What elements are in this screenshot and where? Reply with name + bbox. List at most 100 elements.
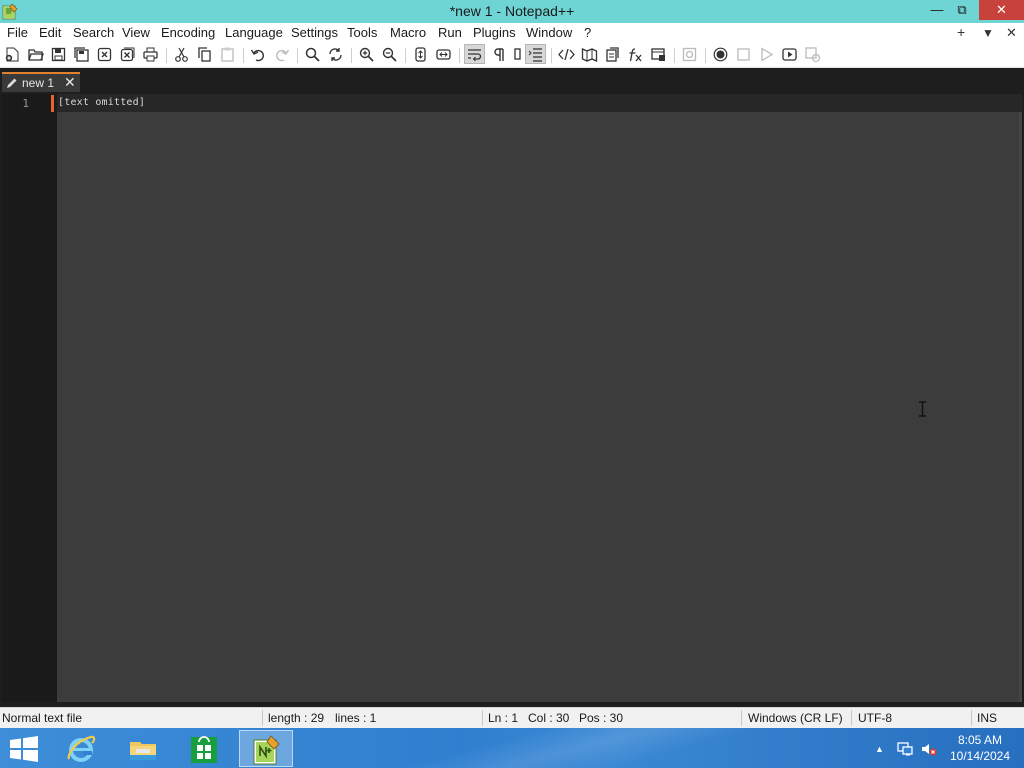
menu-settings[interactable]: Settings — [291, 25, 338, 40]
playback-macro-icon[interactable] — [758, 46, 775, 63]
copy-icon[interactable] — [196, 46, 213, 63]
zoom-in-icon[interactable] — [358, 46, 375, 63]
line-number: 1 — [22, 97, 29, 110]
toolbar-separator — [551, 48, 552, 63]
save-all-icon[interactable] — [73, 46, 90, 63]
word-wrap-icon[interactable] — [464, 44, 485, 64]
sync-horizontal-icon[interactable] — [435, 46, 452, 63]
status-separator — [971, 710, 972, 726]
new-file-icon[interactable] — [4, 46, 21, 63]
taskbar-store[interactable] — [177, 730, 231, 767]
find-icon[interactable] — [304, 46, 321, 63]
close-window-button[interactable]: ✕ — [979, 0, 1024, 20]
sync-vertical-icon[interactable] — [412, 46, 429, 63]
monitoring-icon[interactable] — [681, 46, 698, 63]
stop-record-icon[interactable] — [735, 46, 752, 63]
toolbar-separator — [705, 48, 706, 63]
title-bar: *new 1 - Notepad++ — ⧉ ✕ — [0, 0, 1024, 23]
tab-new-1[interactable]: new 1 ✕ — [2, 72, 80, 92]
insert-mode-status[interactable]: INS — [977, 711, 997, 725]
print-icon[interactable] — [142, 46, 159, 63]
menu-view[interactable]: View — [122, 25, 150, 40]
document-list-icon[interactable] — [604, 46, 621, 63]
eol-status[interactable]: Windows (CR LF) — [748, 711, 843, 725]
tab-label: new 1 — [22, 76, 55, 90]
taskbar-internet-explorer[interactable] — [54, 730, 108, 767]
undo-icon[interactable] — [250, 46, 267, 63]
close-all-icon[interactable] — [119, 46, 136, 63]
toolbar-separator — [459, 48, 460, 63]
record-macro-icon[interactable] — [712, 46, 729, 63]
toolbar-separator — [243, 48, 244, 63]
menu-macro[interactable]: Macro — [390, 25, 426, 40]
menu-plugins[interactable]: Plugins — [473, 25, 516, 40]
paste-icon[interactable] — [219, 46, 236, 63]
function-list-icon[interactable] — [525, 44, 546, 64]
menu-file[interactable]: File — [7, 25, 28, 40]
lines-status: lines : 1 — [335, 711, 377, 725]
vertical-scrollbar[interactable] — [1019, 112, 1022, 702]
open-file-icon[interactable] — [27, 46, 44, 63]
tray-overflow-icon[interactable]: ▲ — [875, 744, 891, 760]
tab-bar: new 1 ✕ — [0, 68, 1024, 94]
menu-encoding[interactable]: Encoding — [161, 25, 215, 40]
column-status: Col : 30 — [528, 711, 570, 725]
function-fx-icon[interactable] — [627, 46, 644, 63]
folder-workspace-icon[interactable] — [650, 46, 667, 63]
zoom-out-icon[interactable] — [381, 46, 398, 63]
line-number-gutter: 1 — [2, 94, 57, 702]
taskbar-notepad-plus-plus[interactable] — [239, 730, 293, 767]
toolbar — [0, 43, 1024, 68]
clock-date[interactable]: 10/14/2024 — [948, 749, 1012, 763]
encoding-status[interactable]: UTF-8 — [858, 711, 892, 725]
line-status: Ln : 1 — [488, 711, 519, 725]
tab-list-dropdown-button[interactable]: ▼ — [982, 26, 994, 40]
internet-explorer-icon — [67, 735, 96, 762]
run-macro-multiple-icon[interactable] — [781, 46, 798, 63]
status-separator — [262, 710, 263, 726]
current-line-marker — [51, 95, 54, 112]
toolbar-separator — [674, 48, 675, 63]
add-tab-button[interactable]: + — [957, 24, 965, 40]
editor-line-text[interactable]: [text omitted] — [58, 97, 145, 108]
xml-tag-icon[interactable] — [558, 46, 575, 63]
menu-help[interactable]: ? — [584, 25, 591, 40]
windows-start-icon[interactable] — [9, 736, 39, 762]
document-map-icon[interactable] — [581, 46, 598, 63]
length-status: length : 29 — [268, 711, 325, 725]
restore-button[interactable]: ⧉ — [949, 0, 975, 20]
redo-icon[interactable] — [273, 46, 290, 63]
menu-edit[interactable]: Edit — [39, 25, 61, 40]
save-icon[interactable] — [50, 46, 67, 63]
save-macro-icon[interactable] — [804, 46, 821, 63]
toolbar-separator — [166, 48, 167, 63]
show-all-characters-icon[interactable] — [490, 46, 507, 63]
window-title: *new 1 - Notepad++ — [449, 3, 575, 19]
close-tab-button[interactable]: ✕ — [64, 74, 76, 91]
replace-icon[interactable] — [327, 46, 344, 63]
status-separator — [482, 710, 483, 726]
status-bar: Normal text file length : 29 lines : 1 L… — [0, 707, 1024, 728]
taskbar: ▲ 8:05 AM 10/14/2024 — [0, 728, 1024, 768]
close-icon[interactable] — [96, 46, 113, 63]
file-type-status: Normal text file — [2, 711, 83, 725]
network-icon[interactable] — [897, 741, 913, 757]
menu-search[interactable]: Search — [73, 25, 114, 40]
minimize-button[interactable]: — — [924, 0, 950, 20]
text-editor[interactable]: 1 [text omitted] — [2, 94, 1022, 702]
menu-tools[interactable]: Tools — [347, 25, 377, 40]
status-separator — [851, 710, 852, 726]
current-line-highlight — [57, 94, 1022, 112]
status-separator — [741, 710, 742, 726]
pencil-icon — [7, 78, 17, 88]
volume-muted-icon[interactable] — [921, 741, 937, 757]
notepad-plus-plus-icon — [253, 735, 280, 765]
menu-language[interactable]: Language — [225, 25, 283, 40]
toolbar-separator — [405, 48, 406, 63]
cut-icon[interactable] — [173, 46, 190, 63]
clock-time[interactable]: 8:05 AM — [948, 733, 1012, 747]
menu-run[interactable]: Run — [438, 25, 462, 40]
menu-window[interactable]: Window — [526, 25, 572, 40]
taskbar-file-explorer[interactable] — [116, 730, 170, 767]
close-document-button[interactable]: ✕ — [1006, 25, 1017, 41]
